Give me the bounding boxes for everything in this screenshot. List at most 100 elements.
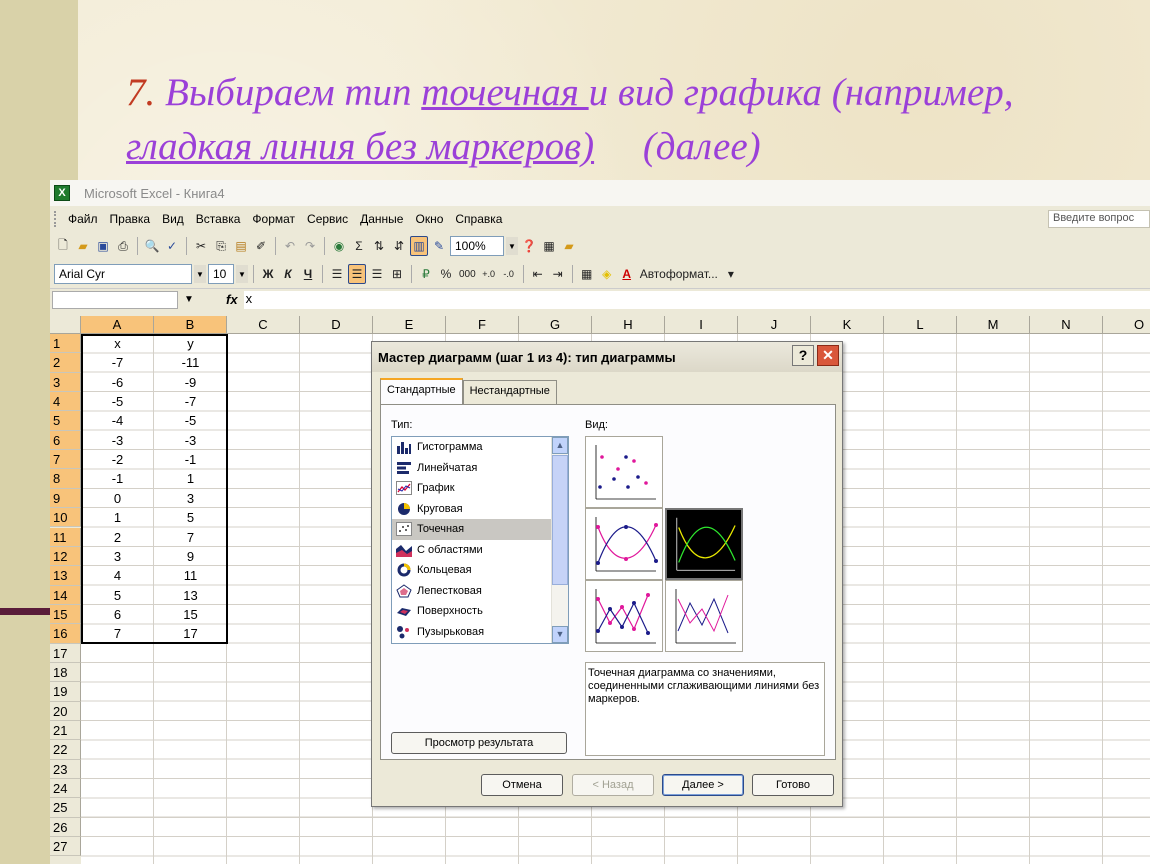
scroll-down-icon[interactable]: ▼: [552, 626, 568, 643]
column-header-f[interactable]: F: [446, 316, 519, 334]
formula-input[interactable]: x: [243, 290, 1150, 309]
column-header-n[interactable]: N: [1030, 316, 1103, 334]
column-header-k[interactable]: K: [811, 316, 884, 334]
align-center-icon[interactable]: ☰: [348, 264, 366, 284]
row-header-26[interactable]: 26: [50, 817, 81, 838]
currency-icon[interactable]: ₽: [417, 264, 435, 284]
row-header-5[interactable]: 5: [50, 411, 81, 431]
subtype-smooth-markers[interactable]: [585, 508, 663, 580]
row-header-21[interactable]: 21: [50, 721, 81, 741]
column-header-b[interactable]: B: [154, 316, 227, 334]
new-icon[interactable]: 🗋: [54, 236, 72, 256]
autosum-icon[interactable]: Σ: [350, 236, 368, 256]
toolbar-options-icon[interactable]: ▾: [722, 264, 740, 284]
column-header-e[interactable]: E: [373, 316, 446, 334]
list-item-column[interactable]: Гистограмма: [392, 437, 552, 458]
font-name-select[interactable]: Arial Cyr: [54, 264, 192, 284]
row-header-16[interactable]: 16: [50, 624, 81, 644]
row-header-13[interactable]: 13: [50, 566, 81, 586]
row-header-9[interactable]: 9: [50, 488, 81, 509]
list-item-bar[interactable]: Линейчатая: [392, 458, 552, 479]
select-all-corner[interactable]: [50, 316, 81, 334]
row-header-4[interactable]: 4: [50, 392, 81, 412]
list-item-scatter[interactable]: Точечная: [392, 519, 552, 540]
row-header-15[interactable]: 15: [50, 604, 81, 625]
list-scrollbar[interactable]: ▲ ▼: [551, 437, 568, 643]
list-item-doughnut[interactable]: Кольцевая: [392, 560, 552, 581]
scroll-up-icon[interactable]: ▲: [552, 437, 568, 454]
row-header-11[interactable]: 11: [50, 527, 81, 547]
underline-button[interactable]: Ч: [299, 264, 317, 284]
sort-desc-icon[interactable]: ⇵: [390, 236, 408, 256]
drawing-icon[interactable]: ✎: [430, 236, 448, 256]
subtype-lines-no-markers[interactable]: [665, 580, 743, 652]
copy-icon[interactable]: ⎘: [212, 236, 230, 256]
name-box[interactable]: [52, 290, 178, 309]
row-header-23[interactable]: 23: [50, 759, 81, 780]
preview-result-button[interactable]: Просмотр результата: [391, 732, 567, 754]
menu-data[interactable]: Данные: [354, 212, 409, 226]
back-button[interactable]: < Назад: [572, 774, 654, 796]
row-header-10[interactable]: 10: [50, 508, 81, 528]
increase-decimal-icon[interactable]: +.0: [480, 264, 498, 284]
merge-center-icon[interactable]: ⊞: [388, 264, 406, 284]
list-item-area[interactable]: С областями: [392, 540, 552, 561]
subtype-lines-markers[interactable]: [585, 580, 663, 652]
font-size-select[interactable]: 10: [208, 264, 234, 284]
paste-icon[interactable]: ▤: [232, 236, 250, 256]
column-header-o[interactable]: O: [1103, 316, 1150, 334]
row-header-27[interactable]: 27: [50, 837, 81, 857]
preview-icon[interactable]: 🔍: [143, 236, 161, 256]
cancel-button[interactable]: Отмена: [481, 774, 563, 796]
menu-insert[interactable]: Вставка: [190, 212, 247, 226]
decrease-indent-icon[interactable]: ⇤: [529, 264, 547, 284]
align-right-icon[interactable]: ☰: [368, 264, 386, 284]
row-header-8[interactable]: 8: [50, 469, 81, 489]
next-button[interactable]: Далее >: [662, 774, 744, 796]
help-icon[interactable]: ❓: [520, 236, 538, 256]
row-header-24[interactable]: 24: [50, 779, 81, 799]
row-header-12[interactable]: 12: [50, 546, 81, 567]
menu-window[interactable]: Окно: [409, 212, 449, 226]
row-header-1[interactable]: 1: [50, 334, 81, 354]
decrease-decimal-icon[interactable]: -.0: [500, 264, 518, 284]
row-header-7[interactable]: 7: [50, 450, 81, 470]
print-icon[interactable]: ⎙: [114, 236, 132, 256]
subtype-scatter-markers[interactable]: [585, 436, 663, 508]
menu-file[interactable]: Файл: [62, 212, 104, 226]
list-item-surface[interactable]: Поверхность: [392, 601, 552, 622]
size-dropdown-icon[interactable]: ▼: [236, 265, 248, 283]
sort-asc-icon[interactable]: ⇅: [370, 236, 388, 256]
font-dropdown-icon[interactable]: ▼: [194, 265, 206, 283]
menu-help[interactable]: Справка: [449, 212, 508, 226]
row-header-18[interactable]: 18: [50, 662, 81, 683]
close-icon[interactable]: ✕: [817, 345, 839, 366]
autoformat-button[interactable]: Автоформат...: [638, 264, 720, 284]
list-item-radar[interactable]: Лепестковая: [392, 581, 552, 602]
zoom-dropdown-icon[interactable]: ▼: [506, 237, 518, 255]
percent-button[interactable]: %: [437, 264, 455, 284]
row-header-6[interactable]: 6: [50, 430, 81, 451]
open-icon[interactable]: ▰: [74, 236, 92, 256]
spelling-icon[interactable]: ✓: [163, 236, 181, 256]
scroll-thumb[interactable]: [552, 455, 568, 585]
format-painter-icon[interactable]: ✐: [252, 236, 270, 256]
increase-indent-icon[interactable]: ⇥: [549, 264, 567, 284]
row-header-14[interactable]: 14: [50, 585, 81, 605]
column-header-d[interactable]: D: [300, 316, 373, 334]
tab-custom[interactable]: Нестандартные: [462, 380, 557, 404]
save-icon[interactable]: ▣: [94, 236, 112, 256]
menu-tools[interactable]: Сервис: [301, 212, 354, 226]
column-header-c[interactable]: C: [227, 316, 300, 334]
row-header-2[interactable]: 2: [50, 353, 81, 373]
align-left-icon[interactable]: ☰: [328, 264, 346, 284]
thousands-button[interactable]: 000: [457, 264, 478, 284]
row-header-17[interactable]: 17: [50, 643, 81, 663]
font-color-icon[interactable]: A: [618, 264, 636, 284]
forms-icon[interactable]: ▦: [540, 236, 558, 256]
redo-icon[interactable]: ↷: [301, 236, 319, 256]
name-box-dropdown-icon[interactable]: ▼: [178, 291, 200, 309]
hyperlink-icon[interactable]: ◉: [330, 236, 348, 256]
column-header-m[interactable]: M: [957, 316, 1030, 334]
list-item-bubble[interactable]: Пузырьковая: [392, 622, 552, 643]
